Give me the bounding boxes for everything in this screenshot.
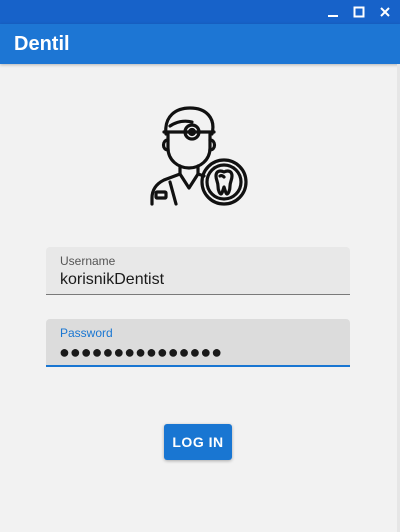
dentist-with-tooth-icon xyxy=(146,104,250,212)
password-label: Password xyxy=(60,326,113,340)
app-bar: Dentil xyxy=(0,24,400,64)
username-field[interactable]: Username korisnikDentist xyxy=(46,247,350,295)
app-title: Dentil xyxy=(14,33,70,55)
password-input[interactable]: ●●●●●●●●●●●●●●● xyxy=(59,343,222,361)
maximize-icon[interactable] xyxy=(350,3,368,21)
close-icon[interactable] xyxy=(376,3,394,21)
username-label: Username xyxy=(60,254,116,268)
username-input[interactable]: korisnikDentist xyxy=(60,271,164,289)
password-field[interactable]: Password ●●●●●●●●●●●●●●● xyxy=(46,319,350,367)
login-button[interactable]: LOG IN xyxy=(164,424,232,460)
minimize-icon[interactable] xyxy=(324,3,342,21)
window-titlebar xyxy=(0,0,400,24)
app-window: Dentil Username korisnikDentist Password… xyxy=(0,0,400,532)
window-controls xyxy=(324,2,394,22)
